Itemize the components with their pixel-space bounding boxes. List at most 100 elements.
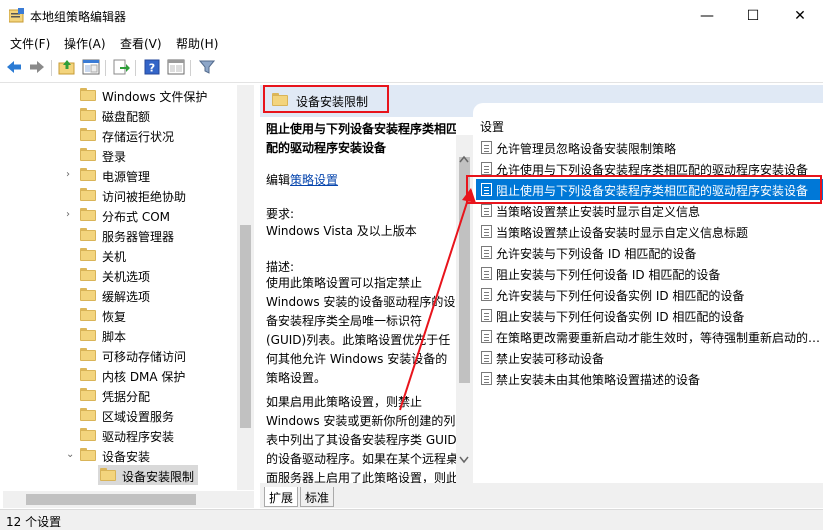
tree-item[interactable]: 关机选项 — [3, 265, 243, 285]
tree-item-label: 登录 — [102, 150, 127, 164]
folder-icon — [80, 228, 96, 241]
export-list-icon — [113, 59, 130, 75]
setting-list-item[interactable]: 当策略设置禁止设备安装时显示自定义信息标题 — [476, 221, 823, 242]
minimize-icon: — — [700, 7, 714, 24]
folder-icon — [80, 328, 96, 341]
forward-button[interactable] — [27, 57, 47, 77]
tree-item-label: 关机选项 — [102, 270, 151, 284]
tree-horizontal-scrollbar[interactable] — [3, 491, 254, 508]
maximize-button[interactable]: ☐ — [730, 0, 776, 31]
tree-item[interactable]: 内核 DMA 保护 — [3, 365, 243, 385]
tree-item[interactable]: 磁盘配额 — [3, 105, 243, 125]
close-button[interactable]: ✕ — [777, 0, 823, 31]
tree-item-label: 访问被拒绝协助 — [102, 190, 187, 204]
tree-item[interactable]: ⌄ 设备安装 — [3, 445, 243, 465]
tree-item[interactable]: 区域设置服务 — [3, 405, 243, 425]
folder-icon — [80, 368, 96, 381]
setting-list-item[interactable]: 禁止安装可移动设备 — [476, 347, 823, 368]
tab-standard[interactable]: 标准 — [300, 487, 335, 507]
filter-button[interactable] — [197, 57, 217, 77]
tree-item[interactable]: 服务器管理器 — [3, 225, 243, 245]
setting-label: 当策略设置禁止安装时显示自定义信息 — [496, 205, 701, 219]
policy-setting-icon — [481, 372, 492, 385]
up-folder-icon — [58, 60, 75, 75]
policy-setting-icon — [481, 330, 492, 343]
tree-item[interactable]: 设备安装限制 — [3, 465, 243, 485]
policy-setting-icon — [481, 267, 492, 280]
tree-item-label: 区域设置服务 — [102, 410, 175, 424]
help-button[interactable]: ? — [142, 57, 162, 77]
setting-list-item[interactable]: 在策略更改需要重新启动才能生效时，等待强制重新启动的… — [476, 326, 823, 347]
folder-icon — [80, 448, 96, 461]
setting-label: 允许安装与下列设备 ID 相匹配的设备 — [496, 247, 697, 261]
scroll-down-arrow-icon[interactable] — [459, 456, 469, 464]
tree-item[interactable]: 凭据分配 — [3, 385, 243, 405]
toolbar-separator — [190, 60, 191, 76]
setting-list-item[interactable]: 允许安装与下列设备 ID 相匹配的设备 — [476, 242, 823, 263]
scrollbar-thumb[interactable] — [26, 494, 196, 505]
folder-icon — [80, 288, 96, 301]
toolbar-separator — [51, 60, 52, 76]
setting-label: 允许安装与下列任何设备实例 ID 相匹配的设备 — [496, 289, 745, 303]
tree-item[interactable]: 存储运行状况 — [3, 125, 243, 145]
setting-list-item[interactable]: 禁止安装未由其他策略设置描述的设备 — [476, 368, 823, 389]
tree-item-label: 凭据分配 — [102, 390, 151, 404]
edit-policy-link[interactable]: 策略设置 — [290, 173, 338, 187]
setting-list-item[interactable]: 允许安装与下列任何设备实例 ID 相匹配的设备 — [476, 284, 823, 305]
filter-icon — [199, 60, 215, 74]
setting-list-item[interactable]: 阻止安装与下列任何设备 ID 相匹配的设备 — [476, 263, 823, 284]
setting-label: 禁止安装可移动设备 — [496, 352, 605, 366]
tree-item[interactable]: 恢复 — [3, 305, 243, 325]
tree-item[interactable]: 登录 — [3, 145, 243, 165]
properties-button[interactable] — [166, 57, 186, 77]
menu-help[interactable]: 帮助(H) — [176, 35, 218, 52]
setting-label: 禁止安装未由其他策略设置描述的设备 — [496, 373, 701, 387]
tree-item[interactable]: 访问被拒绝协助 — [3, 185, 243, 205]
tree-item[interactable]: 可移动存储访问 — [3, 345, 243, 365]
tree-item[interactable]: › 电源管理 — [3, 165, 243, 185]
tree-item[interactable]: 缓解选项 — [3, 285, 243, 305]
setting-label: 阻止安装与下列任何设备 ID 相匹配的设备 — [496, 268, 721, 282]
minimize-button[interactable]: — — [684, 0, 730, 31]
scroll-up-arrow-icon[interactable] — [459, 155, 469, 163]
chevron-down-icon[interactable]: ⌄ — [66, 450, 76, 460]
setting-list-item[interactable]: 允许管理员忽略设备安装限制策略 — [476, 137, 823, 158]
back-button[interactable] — [4, 57, 24, 77]
settings-column-header[interactable]: 设置 — [480, 118, 504, 135]
policy-setting-icon — [481, 309, 492, 322]
setting-label: 当策略设置禁止设备安装时显示自定义信息标题 — [496, 226, 749, 240]
folder-icon — [80, 308, 96, 321]
tree-item-label: 设备安装限制 — [122, 470, 195, 484]
tree-item-label: 驱动程序安装 — [102, 430, 175, 444]
tree-item[interactable]: › 分布式 COM — [3, 205, 243, 225]
up-button[interactable] — [57, 57, 77, 77]
policy-setting-icon — [481, 162, 492, 175]
description-text: 使用此策略设置可以指定禁止 Windows 安装的设备驱动程序的设备安装程序类全… — [266, 276, 456, 385]
scrollbar-thumb[interactable] — [240, 225, 251, 428]
show-hide-tree-button[interactable] — [81, 57, 101, 77]
folder-icon — [80, 188, 96, 201]
tree-item[interactable]: 驱动程序安装 — [3, 425, 243, 445]
folder-icon — [80, 268, 96, 281]
status-bar: 12 个设置 — [0, 509, 823, 530]
toolbar: ? — [0, 53, 823, 83]
chevron-right-icon[interactable]: › — [66, 210, 76, 220]
requirements-value: Windows Vista 及以上版本 — [266, 224, 417, 238]
menu-file[interactable]: 文件(F) — [10, 35, 50, 52]
tree-item[interactable]: 关机 — [3, 245, 243, 265]
header-highlight-box — [263, 85, 389, 113]
folder-icon — [80, 168, 96, 181]
policy-setting-icon — [481, 141, 492, 154]
tab-extended[interactable]: 扩展 — [264, 487, 299, 507]
tree-item[interactable]: 脚本 — [3, 325, 243, 345]
chevron-right-icon[interactable]: › — [66, 170, 76, 180]
tree-item[interactable]: Windows 文件保护 — [3, 85, 243, 105]
tree-vertical-scrollbar[interactable] — [237, 85, 254, 490]
menu-view[interactable]: 查看(V) — [120, 35, 162, 52]
menu-action[interactable]: 操作(A) — [64, 35, 106, 52]
tree-item-label: 电源管理 — [102, 170, 151, 184]
export-list-button[interactable] — [111, 57, 131, 77]
setting-list-item[interactable]: 阻止安装与下列任何设备实例 ID 相匹配的设备 — [476, 305, 823, 326]
back-arrow-icon — [7, 61, 21, 73]
folder-icon — [80, 348, 96, 361]
